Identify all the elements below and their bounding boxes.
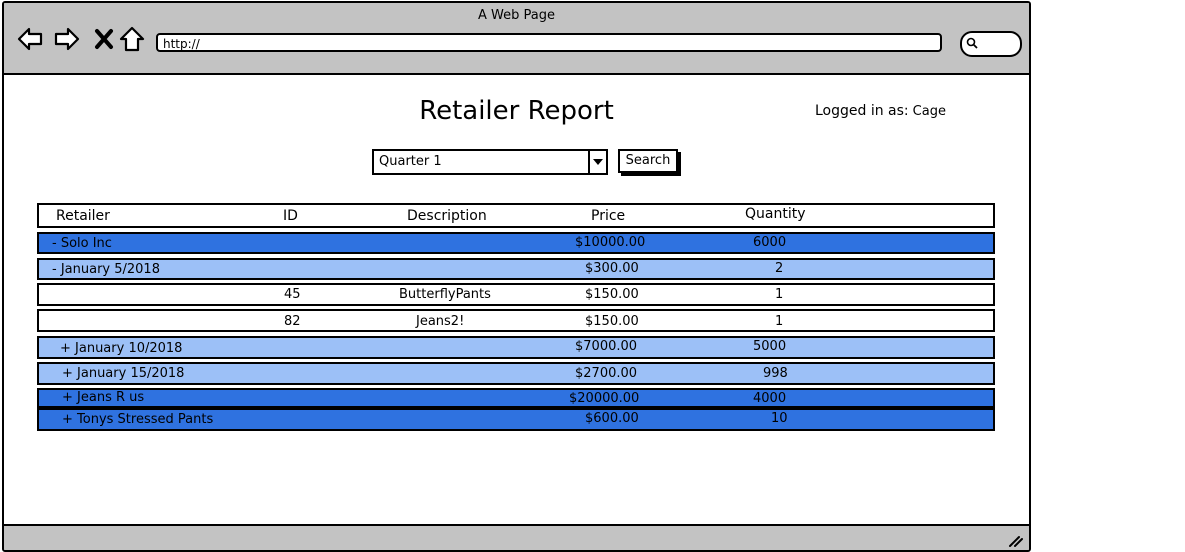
browser-window: A Web Page http:// Retailer Report Logge…	[2, 1, 1031, 552]
cell-id: 82	[284, 314, 301, 329]
table-row[interactable]: - Solo Inc $10000.00 6000	[37, 232, 995, 254]
home-icon[interactable]	[118, 25, 146, 53]
cell-price: $10000.00	[575, 235, 646, 250]
cell-retailer[interactable]: + Tonys Stressed Pants	[62, 412, 213, 427]
cell-price: $150.00	[585, 314, 639, 329]
cell-quantity: 5000	[753, 339, 787, 354]
table-row[interactable]: + Tonys Stressed Pants $600.00 10	[37, 408, 995, 431]
window-title: A Web Page	[478, 8, 555, 23]
quarter-select[interactable]: Quarter 1	[372, 149, 608, 175]
forward-arrow-icon[interactable]	[53, 25, 81, 53]
cell-quantity: 1	[775, 314, 784, 329]
column-header-id[interactable]: ID	[283, 208, 298, 224]
cell-id: 45	[284, 287, 301, 302]
cell-retailer[interactable]: + January 10/2018	[60, 341, 182, 356]
cell-price: $600.00	[585, 411, 639, 426]
quarter-select-value: Quarter 1	[379, 154, 442, 169]
username: Cage	[912, 104, 946, 119]
stop-x-icon[interactable]	[90, 25, 118, 53]
table-header: Retailer ID Description Price Quantity	[37, 203, 995, 228]
dropdown-arrow[interactable]	[588, 151, 606, 173]
table-row[interactable]: 82 Jeans2! $150.00 1	[37, 309, 995, 332]
search-button[interactable]: Search	[618, 149, 678, 173]
column-header-description[interactable]: Description	[407, 208, 487, 224]
cell-quantity: 2	[775, 261, 784, 276]
cell-price: $7000.00	[575, 339, 638, 354]
cell-quantity: 10	[771, 411, 788, 426]
login-label: Logged in as:	[815, 103, 909, 119]
cell-description: Jeans2!	[416, 314, 465, 329]
column-header-price[interactable]: Price	[591, 208, 625, 224]
resize-grip-icon[interactable]	[1007, 533, 1023, 547]
cell-price: $150.00	[585, 287, 639, 302]
cell-retailer[interactable]: - January 5/2018	[52, 262, 160, 277]
status-bar	[4, 524, 1029, 550]
cell-price: $2700.00	[575, 366, 638, 381]
magnifier-icon	[966, 37, 978, 49]
cell-quantity: 4000	[753, 391, 787, 406]
back-arrow-icon[interactable]	[16, 25, 44, 53]
login-status: Logged in as: Cage	[815, 103, 946, 119]
cell-quantity: 6000	[753, 235, 787, 250]
cell-retailer[interactable]: + Jeans R us	[62, 390, 144, 405]
chevron-down-icon	[593, 159, 603, 165]
table-row[interactable]: + January 10/2018 $7000.00 5000	[37, 336, 995, 359]
cell-retailer[interactable]: - Solo Inc	[52, 236, 112, 251]
cell-retailer[interactable]: + January 15/2018	[62, 366, 184, 381]
cell-description: ButterflyPants	[399, 287, 491, 302]
column-header-quantity[interactable]: Quantity	[745, 206, 806, 222]
cell-price: $300.00	[585, 261, 639, 276]
address-bar[interactable]: http://	[156, 33, 942, 52]
table-row[interactable]: - January 5/2018 $300.00 2	[37, 258, 995, 280]
browser-search-field[interactable]	[960, 31, 1022, 57]
cell-price: $20000.00	[569, 391, 640, 406]
browser-chrome: A Web Page http://	[4, 3, 1029, 75]
column-header-retailer[interactable]: Retailer	[56, 208, 110, 224]
table-row[interactable]: 45 ButterflyPants $150.00 1	[37, 283, 995, 306]
table-row[interactable]: + Jeans R us $20000.00 4000	[37, 388, 995, 408]
table-row[interactable]: + January 15/2018 $2700.00 998	[37, 362, 995, 385]
cell-quantity: 1	[775, 287, 784, 302]
cell-quantity: 998	[763, 366, 788, 381]
